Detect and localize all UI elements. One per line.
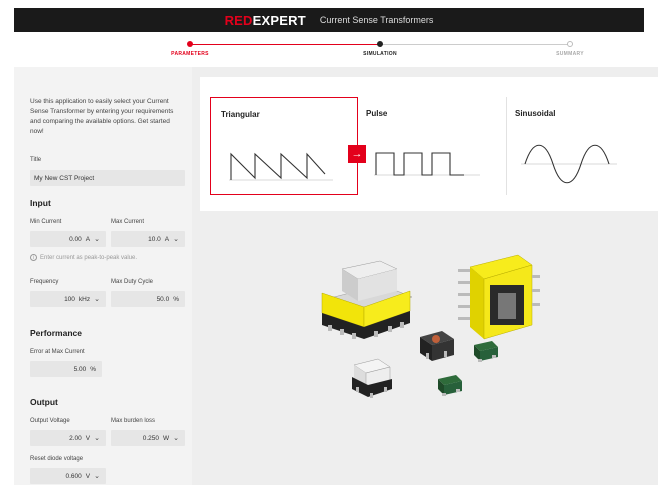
inductor-green-small-icon: [438, 375, 462, 396]
pulse-wave-icon: [374, 152, 480, 176]
error-input[interactable]: 5.00 %: [30, 361, 102, 377]
chevron-down-icon[interactable]: ⌄: [94, 434, 100, 442]
performance-heading: Performance: [30, 328, 82, 338]
error-label: Error at Max Current: [30, 349, 85, 355]
inductor-smd-icon: [420, 331, 454, 361]
brand-logo: REDEXPERT: [224, 12, 306, 28]
triangular-wave-icon: [229, 152, 333, 181]
title-label: Title: [30, 157, 42, 163]
step-dot-simulation: [377, 41, 383, 47]
step-line-done: [190, 44, 380, 45]
step-simulation[interactable]: SIMULATION: [363, 51, 397, 57]
min-current-input[interactable]: 0.00 A ⌄: [30, 231, 106, 247]
duty-cycle-input[interactable]: 50.0 %: [111, 291, 185, 307]
current-hint: i Enter current as peak-to-peak value.: [30, 254, 137, 261]
app-title: Current Sense Transformers: [319, 15, 434, 25]
info-icon: i: [30, 254, 37, 261]
chevron-down-icon[interactable]: ⌄: [94, 295, 100, 303]
output-heading: Output: [30, 397, 58, 407]
duty-cycle-label: Max Duty Cycle: [111, 279, 154, 285]
chevron-down-icon[interactable]: ⌄: [94, 235, 100, 243]
waveform-pulse-card[interactable]: Pulse: [360, 97, 506, 195]
output-voltage-input[interactable]: 2.00 V ⌄: [30, 430, 106, 446]
reset-diode-label: Reset diode voltage: [30, 456, 84, 462]
waveform-sinusoidal-label: Sinusoidal: [515, 109, 556, 118]
step-line-pending: [380, 44, 570, 45]
burden-loss-label: Max burden loss: [111, 418, 156, 424]
max-current-label: Max Current: [111, 219, 145, 225]
min-current-label: Min Current: [30, 219, 62, 225]
transformer-large-icon: [321, 260, 413, 339]
waveform-triangular-card[interactable]: Triangular: [210, 97, 358, 195]
title-input[interactable]: My New CST Project: [30, 170, 185, 186]
step-parameters[interactable]: PARAMETERS: [171, 51, 209, 57]
reset-diode-input[interactable]: 0.600 V ⌄: [30, 468, 106, 484]
waveform-selector: Triangular → Pulse Sinusoidal: [200, 77, 658, 211]
max-current-input[interactable]: 10.0 A ⌄: [111, 231, 185, 247]
step-summary[interactable]: SUMMARY: [556, 51, 584, 57]
product-illustration: [321, 254, 540, 398]
parameters-sidebar: Use this application to easily select yo…: [14, 67, 192, 485]
intro-text: Use this application to easily select yo…: [30, 98, 174, 135]
simulation-area: Triangular → Pulse Sinusoidal: [192, 67, 658, 485]
transformer-vertical-icon: [458, 254, 540, 340]
sinusoidal-wave-icon: [521, 144, 617, 184]
step-dot-parameters: [187, 41, 193, 47]
top-bar: REDEXPERT Current Sense Transformers: [14, 8, 644, 32]
chevron-down-icon[interactable]: ⌄: [94, 472, 100, 480]
input-heading: Input: [30, 198, 51, 208]
transformer-small-icon: [352, 358, 392, 398]
frequency-label: Frequency: [30, 279, 59, 285]
frequency-input[interactable]: 100 kHz ⌄: [30, 291, 106, 307]
chevron-down-icon[interactable]: ⌄: [173, 434, 179, 442]
step-dot-summary: [567, 41, 573, 47]
output-voltage-label: Output Voltage: [30, 418, 70, 424]
progress-stepper: PARAMETERS SIMULATION SUMMARY: [14, 32, 644, 62]
inductor-green-icon: [474, 341, 498, 362]
waveform-triangular-label: Triangular: [221, 110, 260, 119]
burden-loss-input[interactable]: 0.250 W ⌄: [111, 430, 185, 446]
waveform-pulse-label: Pulse: [366, 109, 388, 118]
chevron-down-icon[interactable]: ⌄: [173, 235, 179, 243]
waveform-sinusoidal-card[interactable]: Sinusoidal: [507, 97, 658, 195]
